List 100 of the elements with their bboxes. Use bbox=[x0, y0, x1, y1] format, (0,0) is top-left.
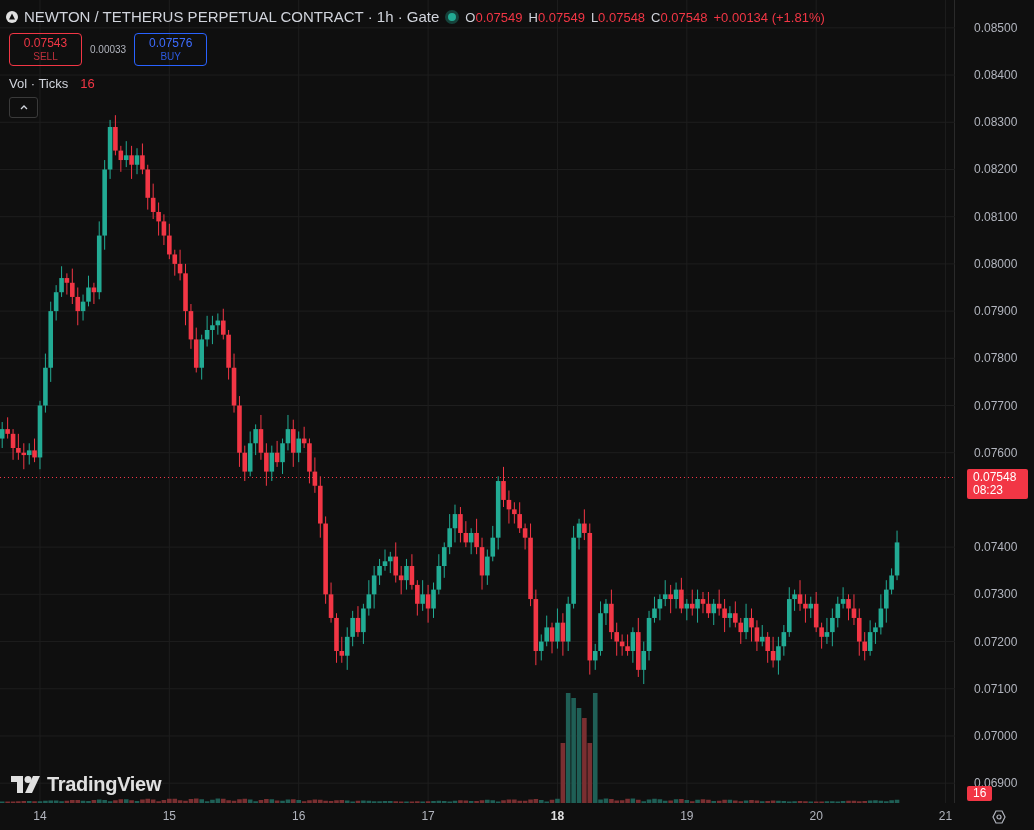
candlestick bbox=[32, 438, 37, 463]
candlestick bbox=[140, 143, 145, 175]
candlestick bbox=[512, 501, 517, 525]
candlestick bbox=[377, 558, 382, 586]
candlestick bbox=[64, 272, 70, 296]
buy-button[interactable]: 0.07576 BUY bbox=[134, 33, 208, 66]
candlestick bbox=[749, 608, 754, 643]
time-axis-label: 21 bbox=[938, 809, 953, 823]
candlestick bbox=[711, 598, 717, 626]
price-axis-label: 0.08400 bbox=[974, 68, 1018, 83]
candlestick bbox=[641, 641, 647, 685]
time-axis-label: 17 bbox=[421, 809, 435, 823]
candlestick bbox=[856, 608, 862, 657]
tradingview-logo[interactable]: TradingView bbox=[11, 769, 162, 799]
candlestick bbox=[754, 619, 760, 652]
candlestick bbox=[544, 615, 550, 647]
price-axis-label: 0.07900 bbox=[974, 304, 1018, 319]
candlestick bbox=[776, 636, 781, 676]
candlestick bbox=[722, 598, 727, 633]
volume-indicator-value: 16 bbox=[80, 75, 95, 93]
volume-axis-badge: 16 bbox=[967, 786, 993, 801]
candlestick bbox=[447, 513, 452, 555]
sell-button[interactable]: 0.07543 SELL bbox=[9, 33, 82, 66]
time-axis-label: 15 bbox=[162, 809, 176, 823]
candlestick bbox=[549, 622, 555, 654]
candlestick bbox=[765, 631, 770, 664]
candlestick bbox=[662, 579, 668, 607]
time-axis-label: 16 bbox=[292, 809, 306, 823]
volume-indicator-label: Vol · Ticks bbox=[9, 75, 69, 93]
candlestick bbox=[501, 466, 506, 508]
price-axis-label: 0.07600 bbox=[974, 445, 1018, 460]
time-axis-label: 14 bbox=[33, 809, 47, 823]
candlestick bbox=[361, 603, 366, 645]
candlestick bbox=[156, 202, 161, 237]
candlestick bbox=[290, 419, 296, 468]
candlestick bbox=[415, 579, 420, 617]
candlestick bbox=[792, 589, 797, 612]
price-axis-label: 0.07300 bbox=[974, 587, 1018, 602]
price-axis-label: 0.07400 bbox=[974, 540, 1018, 555]
candlestick bbox=[431, 582, 436, 619]
ohlc-value: 0.07548 bbox=[660, 8, 708, 27]
candlestick bbox=[846, 593, 851, 621]
candlestick bbox=[264, 442, 269, 487]
collapse-button[interactable] bbox=[9, 97, 38, 118]
candlestick bbox=[134, 147, 140, 175]
candlestick bbox=[296, 430, 302, 463]
candlestick bbox=[344, 626, 350, 671]
candlestick bbox=[70, 268, 75, 305]
candlestick bbox=[517, 501, 522, 534]
candlestick bbox=[538, 633, 544, 661]
candlestick bbox=[113, 114, 118, 156]
candlestick bbox=[398, 565, 404, 595]
ohlc-label: H bbox=[528, 8, 538, 27]
candlestick bbox=[733, 600, 738, 628]
candlestick bbox=[16, 433, 21, 461]
candlestick bbox=[819, 622, 824, 650]
candlestick bbox=[172, 249, 178, 277]
ohlc-value: 0.07549 bbox=[475, 8, 523, 27]
candlestick bbox=[695, 589, 700, 624]
candlestick bbox=[280, 438, 285, 475]
candlestick bbox=[803, 593, 808, 624]
settings-icon[interactable] bbox=[992, 810, 1006, 824]
price-axis-label: 0.08000 bbox=[974, 256, 1018, 271]
candlestick bbox=[220, 308, 226, 340]
price-axis-label: 0.07000 bbox=[974, 728, 1018, 743]
spread-value: 0.00033 bbox=[90, 43, 127, 57]
candlestick bbox=[0, 421, 5, 449]
candlestick bbox=[700, 591, 706, 614]
candlestick bbox=[91, 282, 97, 305]
candlestick bbox=[830, 608, 835, 647]
candlestick bbox=[679, 577, 684, 614]
price-axis-label: 0.08500 bbox=[974, 20, 1018, 35]
candlestick bbox=[167, 223, 172, 260]
candlestick bbox=[716, 589, 722, 617]
candlestick bbox=[242, 445, 248, 482]
price-axis-label: 0.07100 bbox=[974, 681, 1018, 696]
candlestick bbox=[592, 643, 598, 671]
candlestick bbox=[522, 523, 528, 550]
candlestick bbox=[657, 593, 663, 621]
candlestick bbox=[425, 584, 431, 624]
symbol-title: NEWTON / TETHERUS PERPETUAL CONTRACT · 1h · Gate bbox=[24, 7, 440, 27]
candlestick bbox=[625, 633, 630, 657]
candlestick bbox=[339, 636, 345, 664]
candlestick bbox=[706, 591, 711, 619]
candlestick bbox=[490, 525, 496, 562]
candlestick bbox=[59, 265, 64, 298]
candlestick bbox=[388, 551, 393, 574]
time-axis-label: 18 bbox=[550, 809, 565, 823]
ohlc-label: O bbox=[465, 8, 476, 27]
candlestick bbox=[393, 541, 399, 584]
price-axis-label: 0.07200 bbox=[974, 634, 1018, 649]
price-change: +0.00134 (+1.81%) bbox=[713, 8, 825, 27]
exchange-logo-icon bbox=[6, 11, 18, 24]
candlestick bbox=[889, 567, 894, 595]
candlestick bbox=[759, 624, 765, 647]
candlestick bbox=[366, 579, 372, 617]
candlestick bbox=[797, 579, 803, 612]
candlestick bbox=[738, 617, 744, 645]
candlestick bbox=[86, 275, 91, 307]
candlestick bbox=[420, 579, 425, 612]
